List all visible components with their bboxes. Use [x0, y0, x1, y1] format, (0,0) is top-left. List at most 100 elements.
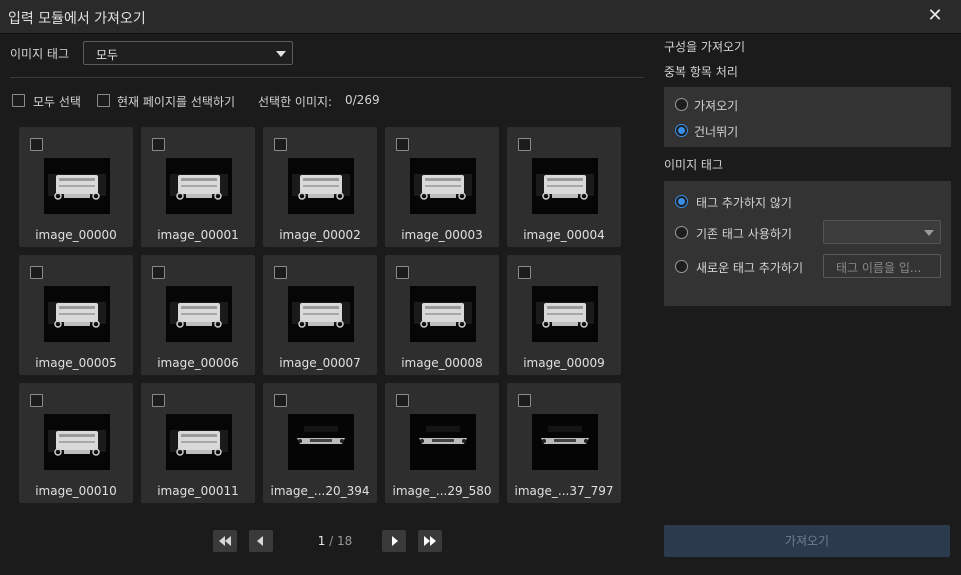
double-chevron-right-icon	[424, 536, 436, 546]
last-page-button[interactable]	[418, 530, 442, 552]
existing-tag-select[interactable]	[823, 220, 941, 244]
image-select-checkbox[interactable]	[396, 266, 409, 279]
new-tag-name-placeholder: 태그 이름을 입...	[836, 261, 922, 275]
image-thumbnail	[166, 158, 232, 214]
image-select-checkbox[interactable]	[152, 394, 165, 407]
image-select-checkbox[interactable]	[274, 266, 287, 279]
part-thumbnail-icon	[532, 286, 598, 342]
part-thumbnail-icon	[410, 414, 476, 470]
first-page-button[interactable]	[213, 530, 237, 552]
part-thumbnail-icon	[44, 158, 110, 214]
image-select-checkbox[interactable]	[396, 394, 409, 407]
image-thumbnail	[166, 414, 232, 470]
skip-duplicates-radio[interactable]	[675, 124, 688, 137]
image-tile[interactable]: image_00011	[141, 383, 255, 503]
import-duplicates-label[interactable]: 가져오기	[694, 97, 738, 114]
select-all-label[interactable]: 모두 선택	[33, 93, 81, 110]
image-tile[interactable]: image_00007	[263, 255, 377, 375]
double-chevron-left-icon	[219, 536, 231, 546]
part-thumbnail-icon	[288, 414, 354, 470]
image-thumbnail	[44, 158, 110, 214]
image-select-checkbox[interactable]	[274, 138, 287, 151]
image-tile[interactable]: image_...20_394	[263, 383, 377, 503]
image-name: image_00005	[35, 356, 117, 370]
new-tag-radio[interactable]	[675, 260, 688, 273]
new-tag-name-input[interactable]: 태그 이름을 입...	[823, 254, 941, 278]
part-thumbnail-icon	[410, 286, 476, 342]
image-thumbnail	[410, 158, 476, 214]
image-tile[interactable]: image_00009	[507, 255, 621, 375]
part-thumbnail-icon	[166, 158, 232, 214]
image-thumbnail	[410, 414, 476, 470]
selected-images-label: 선택한 이미지:	[258, 95, 333, 109]
close-icon[interactable]: ✕	[925, 6, 945, 26]
image-select-checkbox[interactable]	[274, 394, 287, 407]
image-tile[interactable]: image_00002	[263, 127, 377, 247]
image-tag-filter-select[interactable]: 모두	[83, 41, 293, 65]
duplicate-options-group: 가져오기 건너뛰기	[664, 87, 951, 147]
image-tag-section-title: 이미지 태그	[664, 158, 724, 172]
image-name: image_00011	[157, 484, 239, 498]
image-thumbnail	[166, 286, 232, 342]
current-page: 1	[317, 534, 326, 548]
title-bar: 입력 모듈에서 가져오기 ✕	[0, 0, 961, 34]
image-tile[interactable]: image_00005	[19, 255, 133, 375]
select-all-checkbox[interactable]	[12, 94, 25, 107]
part-thumbnail-icon	[166, 286, 232, 342]
image-thumbnail	[44, 286, 110, 342]
image-thumbnail	[532, 414, 598, 470]
image-thumbnail	[410, 286, 476, 342]
skip-duplicates-label[interactable]: 건너뛰기	[694, 123, 738, 140]
duplicate-handling-title: 중복 항목 처리	[664, 65, 738, 79]
existing-tag-radio[interactable]	[675, 226, 688, 239]
no-tag-label[interactable]: 태그 추가하지 않기	[696, 194, 792, 211]
image-name: image_00007	[279, 356, 361, 370]
new-tag-label[interactable]: 새로운 태그 추가하기	[696, 259, 803, 276]
part-thumbnail-icon	[532, 414, 598, 470]
part-thumbnail-icon	[532, 158, 598, 214]
import-duplicates-radio[interactable]	[675, 98, 688, 111]
part-thumbnail-icon	[288, 158, 354, 214]
image-tile[interactable]: image_00010	[19, 383, 133, 503]
image-name: image_00009	[523, 356, 605, 370]
image-select-checkbox[interactable]	[30, 138, 43, 151]
chevron-down-icon	[924, 230, 934, 236]
chevron-down-icon	[276, 51, 286, 57]
image-thumbnail	[532, 286, 598, 342]
image-select-checkbox[interactable]	[518, 138, 531, 151]
image-select-checkbox[interactable]	[30, 394, 43, 407]
import-button[interactable]: 가져오기	[664, 525, 950, 557]
image-name: image_00003	[401, 228, 483, 242]
image-name: image_00010	[35, 484, 117, 498]
part-thumbnail-icon	[288, 286, 354, 342]
existing-tag-label[interactable]: 기존 태그 사용하기	[696, 225, 792, 242]
select-current-page-checkbox[interactable]	[97, 94, 110, 107]
previous-page-button[interactable]	[249, 530, 273, 552]
image-select-checkbox[interactable]	[396, 138, 409, 151]
divider	[10, 77, 644, 78]
select-current-page-label[interactable]: 현재 페이지를 선택하기	[117, 93, 235, 110]
no-tag-radio[interactable]	[675, 195, 688, 208]
image-tile[interactable]: image_00006	[141, 255, 255, 375]
image-select-checkbox[interactable]	[518, 394, 531, 407]
part-thumbnail-icon	[410, 158, 476, 214]
image-thumbnail	[288, 286, 354, 342]
image-name: image_00000	[35, 228, 117, 242]
image-tile[interactable]: image_00003	[385, 127, 499, 247]
image-select-checkbox[interactable]	[30, 266, 43, 279]
image-tile[interactable]: image_...37_797	[507, 383, 621, 503]
image-tile[interactable]: image_00001	[141, 127, 255, 247]
image-thumbnail	[532, 158, 598, 214]
image-tile[interactable]: image_00008	[385, 255, 499, 375]
image-select-checkbox[interactable]	[152, 266, 165, 279]
total-pages: 18	[337, 534, 353, 548]
chevron-right-icon	[392, 536, 398, 546]
image-tile[interactable]: image_00000	[19, 127, 133, 247]
image-select-checkbox[interactable]	[152, 138, 165, 151]
next-page-button[interactable]	[382, 530, 406, 552]
image-thumbnail	[288, 158, 354, 214]
image-tile[interactable]: image_...29_580	[385, 383, 499, 503]
image-tag-filter-label: 이미지 태그	[10, 47, 70, 61]
image-select-checkbox[interactable]	[518, 266, 531, 279]
image-tile[interactable]: image_00004	[507, 127, 621, 247]
